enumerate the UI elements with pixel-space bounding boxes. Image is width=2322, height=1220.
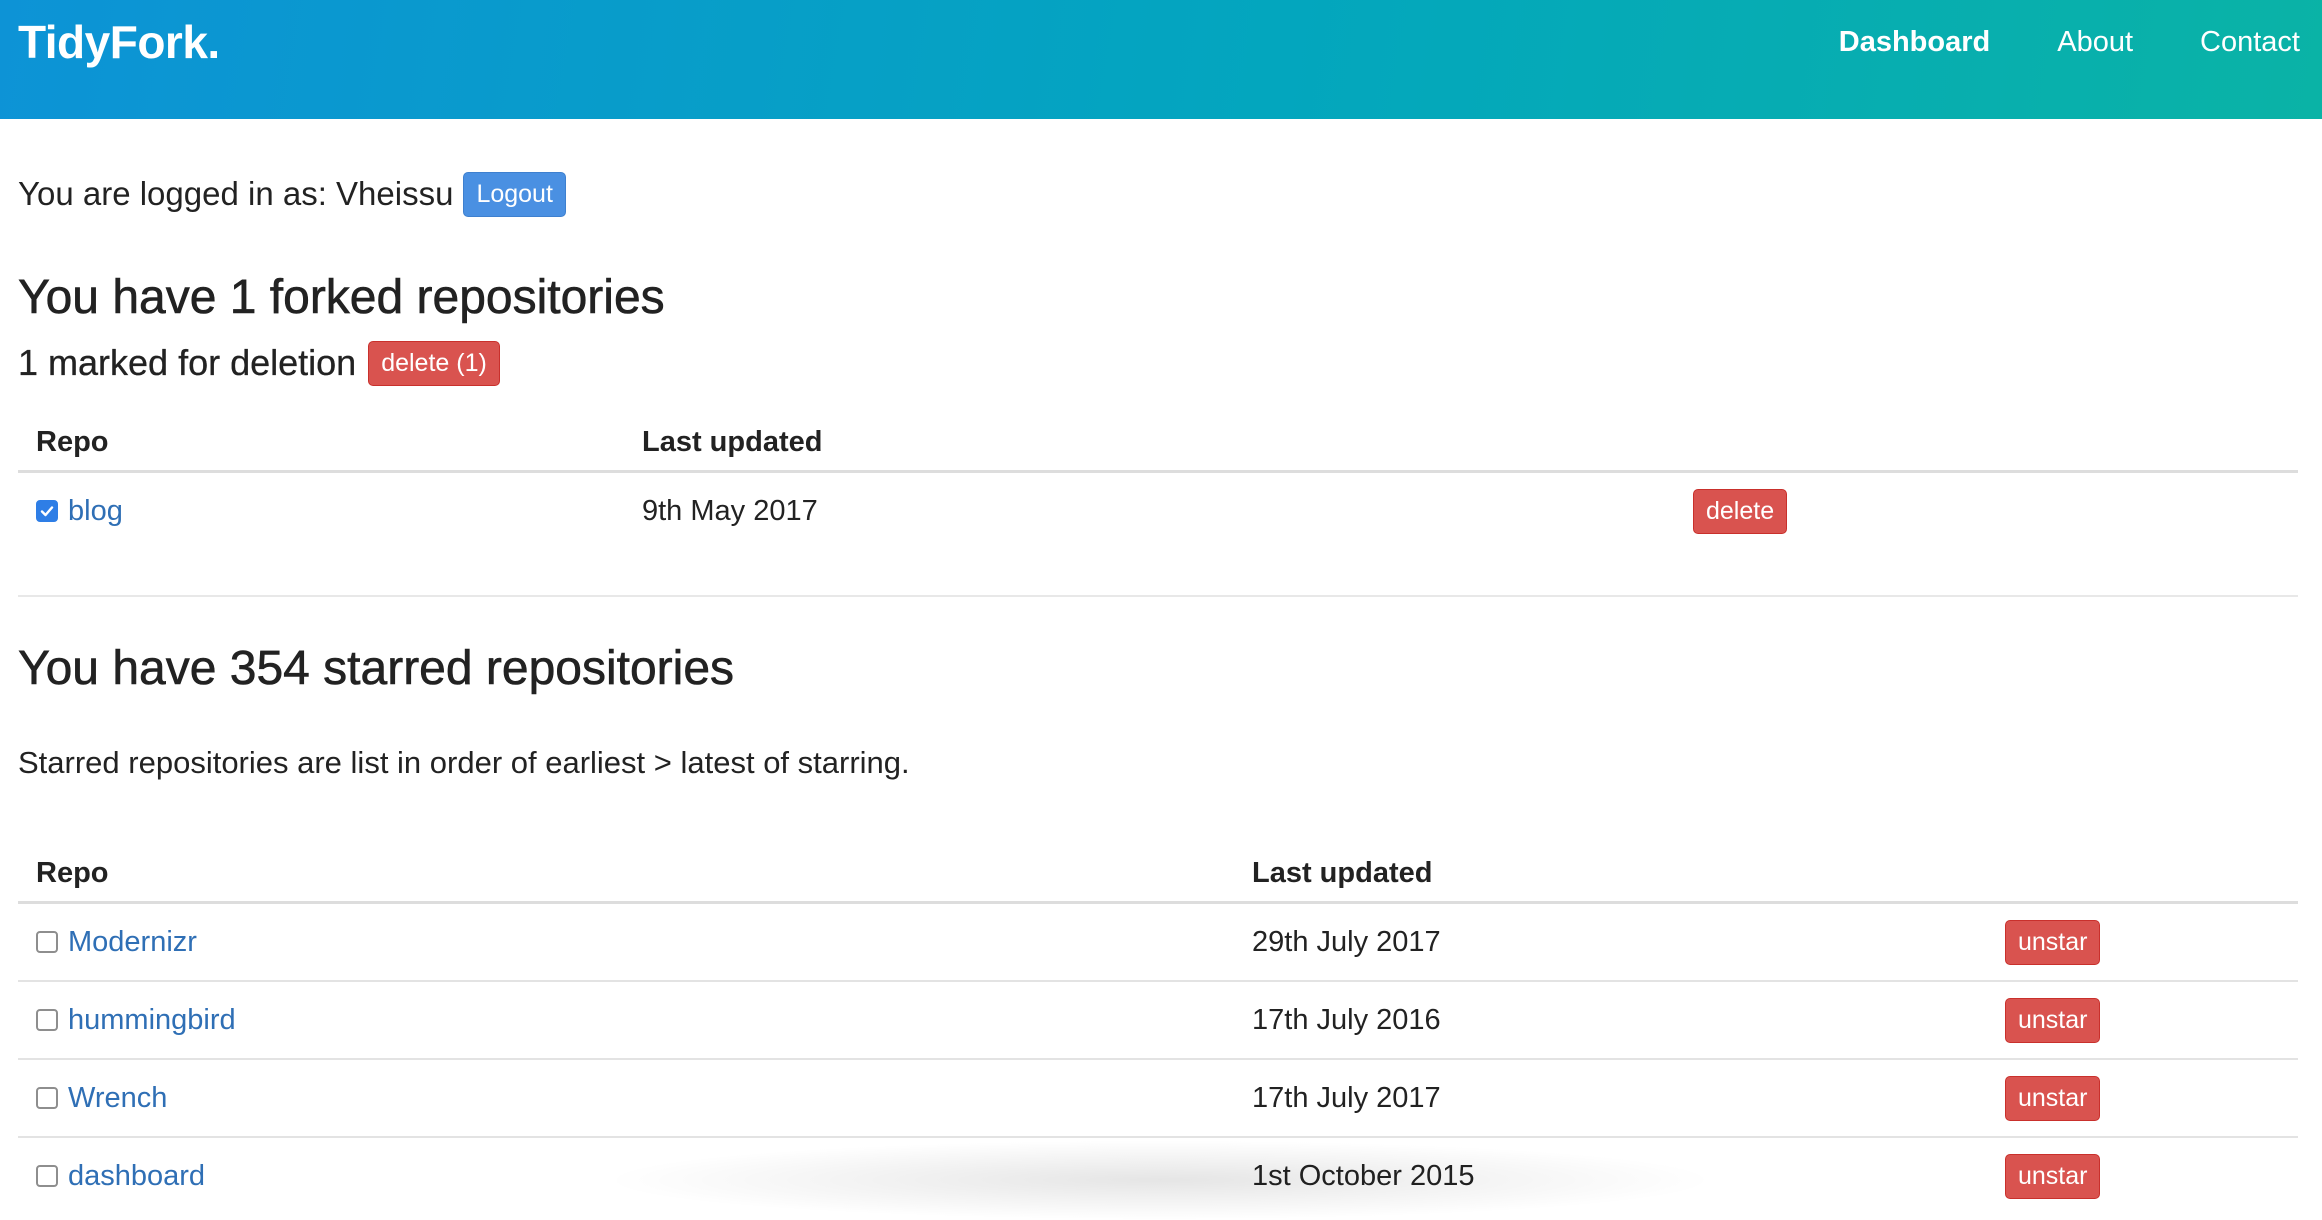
column-header-last-updated: Last updated bbox=[1252, 857, 1433, 889]
repo-link[interactable]: hummingbird bbox=[68, 1000, 236, 1040]
brand-logo[interactable]: TidyFork. bbox=[18, 14, 220, 70]
nav-about[interactable]: About bbox=[2057, 22, 2133, 62]
repo-last-updated: 29th July 2017 bbox=[1252, 926, 1441, 958]
nav-links: Dashboard About Contact bbox=[1772, 22, 2300, 62]
column-header-repo: Repo bbox=[36, 426, 109, 458]
unstar-button[interactable]: unstar bbox=[2005, 1154, 2101, 1199]
repo-cell: dashboard bbox=[36, 1156, 205, 1196]
table-row: Wrench 17th July 2017 unstar bbox=[18, 1060, 2298, 1138]
starred-table-header: Repo Last updated bbox=[18, 844, 2298, 904]
column-header-repo: Repo bbox=[36, 857, 109, 889]
repo-checkbox[interactable] bbox=[36, 931, 58, 953]
repo-checkbox[interactable] bbox=[36, 1087, 58, 1109]
repo-checkbox[interactable] bbox=[36, 500, 58, 522]
repo-cell: hummingbird bbox=[36, 1000, 236, 1040]
table-row: blog 9th May 2017 delete bbox=[18, 473, 2298, 551]
repo-cell: blog bbox=[36, 491, 123, 531]
nav-dashboard[interactable]: Dashboard bbox=[1839, 22, 1990, 62]
repo-checkbox[interactable] bbox=[36, 1009, 58, 1031]
forked-table: Repo Last updated blog 9th May 2017 dele… bbox=[18, 413, 2298, 551]
bulk-delete-button[interactable]: delete (1) bbox=[368, 340, 500, 386]
unstar-button[interactable]: unstar bbox=[2005, 920, 2101, 965]
repo-last-updated: 1st October 2015 bbox=[1252, 1160, 1475, 1192]
starred-info-text: Starred repositories are list in order o… bbox=[18, 745, 910, 780]
repo-last-updated: 17th July 2017 bbox=[1252, 1082, 1441, 1114]
unstar-button[interactable]: unstar bbox=[2005, 998, 2101, 1043]
repo-link[interactable]: dashboard bbox=[68, 1156, 205, 1196]
marked-for-deletion: 1 marked for deletion delete (1) bbox=[18, 340, 500, 386]
table-row: hummingbird 17th July 2016 unstar bbox=[18, 982, 2298, 1060]
repo-last-updated: 9th May 2017 bbox=[642, 495, 818, 527]
repo-cell: Wrench bbox=[36, 1078, 167, 1118]
section-divider bbox=[18, 595, 2298, 597]
checkmark-icon bbox=[40, 506, 54, 517]
repo-link[interactable]: blog bbox=[68, 491, 123, 531]
repo-last-updated: 17th July 2016 bbox=[1252, 1004, 1441, 1036]
forked-table-header: Repo Last updated bbox=[18, 413, 2298, 473]
starred-table: Repo Last updated Modernizr 29th July 20… bbox=[18, 844, 2298, 1216]
logged-in-text: You are logged in as: Vheissu bbox=[18, 175, 454, 212]
repo-checkbox[interactable] bbox=[36, 1165, 58, 1187]
logout-button[interactable]: Logout bbox=[463, 171, 566, 217]
marked-text: 1 marked for deletion bbox=[18, 342, 357, 383]
column-header-last-updated: Last updated bbox=[642, 426, 823, 458]
table-row: Modernizr 29th July 2017 unstar bbox=[18, 904, 2298, 982]
forked-title: You have 1 forked repositories bbox=[18, 271, 665, 325]
unstar-button[interactable]: unstar bbox=[2005, 1076, 2101, 1121]
nav-contact[interactable]: Contact bbox=[2200, 22, 2300, 62]
repo-cell: Modernizr bbox=[36, 922, 197, 962]
top-navbar: TidyFork. Dashboard About Contact bbox=[0, 0, 2322, 119]
starred-title: You have 354 starred repositories bbox=[18, 642, 735, 696]
table-row: dashboard 1st October 2015 unstar bbox=[18, 1138, 2298, 1216]
repo-link[interactable]: Wrench bbox=[68, 1078, 167, 1118]
repo-link[interactable]: Modernizr bbox=[68, 922, 197, 962]
login-status: You are logged in as: Vheissu Logout bbox=[18, 171, 566, 217]
delete-button[interactable]: delete bbox=[1693, 489, 1788, 534]
